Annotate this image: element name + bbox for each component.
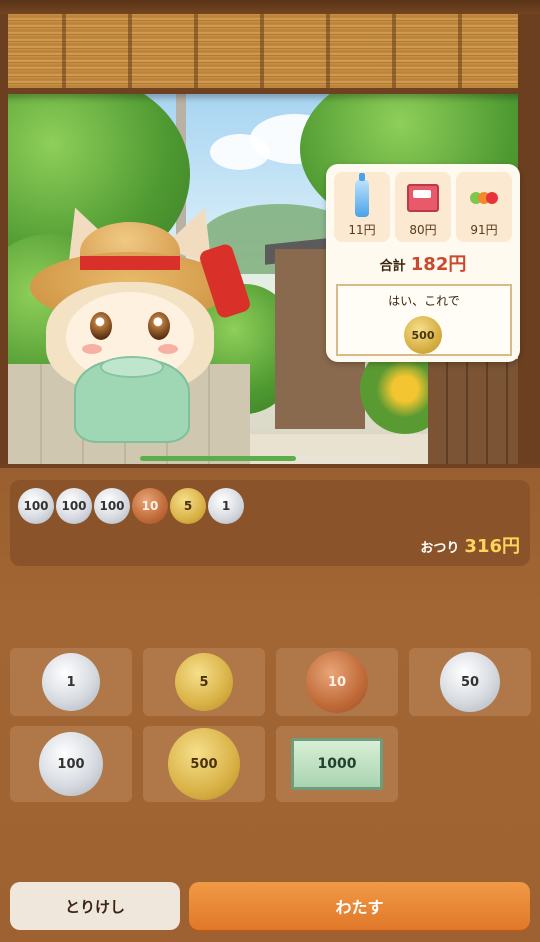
tray-coin[interactable]: 100 (18, 488, 54, 524)
register-panel: 100 100 100 10 5 1 おつり 316円 1 5 10 50 10… (0, 464, 540, 942)
customer-payment-box: はい、これで 500 (336, 284, 512, 356)
empty-slot (409, 726, 531, 802)
ramune-bottle-icon (346, 173, 378, 218)
wooden-gate (428, 359, 518, 464)
customer-patience-bar (140, 456, 400, 461)
change-label: おつり (420, 541, 460, 556)
total-value: 182円 (410, 254, 467, 275)
order-items: 11円 80円 91円 (326, 164, 520, 242)
order-item: 11円 (334, 172, 390, 242)
item-price: 80円 (409, 223, 437, 237)
cat-eye-left (90, 312, 112, 340)
cat-customer-character (30, 194, 260, 444)
cat-collar (100, 356, 164, 378)
cloud (210, 134, 270, 170)
coin-5: 5 (175, 653, 233, 711)
hat-ribbon (80, 256, 180, 270)
tray-coin[interactable]: 100 (56, 488, 92, 524)
tray-coin[interactable]: 1 (208, 488, 244, 524)
give-button[interactable]: わたす (189, 882, 530, 930)
coin-button-10[interactable]: 10 (276, 648, 398, 716)
coin-button-5[interactable]: 5 (143, 648, 265, 716)
coin-button-50[interactable]: 50 (409, 648, 531, 716)
money-buttons: 1 5 10 50 100 500 1000 (10, 648, 531, 802)
tray-coin[interactable]: 100 (94, 488, 130, 524)
bill-button-1000[interactable]: 1000 (276, 726, 398, 802)
order-item: 80円 (395, 172, 451, 242)
total-label: 合計 (379, 259, 406, 274)
change-value: 316円 (464, 536, 520, 557)
patience-bar-fill (140, 456, 296, 461)
coin-button-500[interactable]: 500 (143, 726, 265, 802)
coin-1: 1 (42, 653, 100, 711)
coin-50: 50 (440, 652, 500, 712)
tray-coin[interactable]: 5 (170, 488, 206, 524)
snack-box-icon (407, 178, 439, 218)
cat-blush (82, 344, 102, 354)
tray-coin[interactable]: 10 (132, 488, 168, 524)
coin-10: 10 (306, 651, 368, 713)
window-post-right (518, 14, 540, 464)
order-card: 11円 80円 91円 合計 182円 はい、これで 500 (326, 164, 520, 362)
coin-button-1[interactable]: 1 (10, 648, 132, 716)
bamboo-blind (0, 14, 540, 94)
cat-eye-right (148, 312, 170, 340)
order-item: 91円 (456, 172, 512, 242)
item-price: 91円 (470, 223, 498, 237)
tray-coins: 100 100 100 10 5 1 (18, 488, 244, 524)
coin-500: 500 (168, 728, 240, 800)
order-total: 合計 182円 (326, 250, 520, 276)
coin-button-100[interactable]: 100 (10, 726, 132, 802)
item-price: 11円 (348, 223, 376, 237)
change-tray: 100 100 100 10 5 1 おつり 316円 (10, 480, 530, 566)
cancel-button[interactable]: とりけし (10, 882, 180, 930)
street-scene: 11円 80円 91円 合計 182円 はい、これで 500 (0, 14, 540, 464)
coin-100: 100 (39, 732, 103, 796)
bill-1000: 1000 (291, 738, 383, 790)
jelly-cups-icon (468, 178, 500, 218)
cat-blush (158, 344, 178, 354)
payment-coin-500: 500 (404, 316, 442, 354)
change-amount: おつり 316円 (420, 532, 520, 558)
payment-text: はい、これで (388, 294, 460, 308)
window-post-left (0, 14, 8, 464)
